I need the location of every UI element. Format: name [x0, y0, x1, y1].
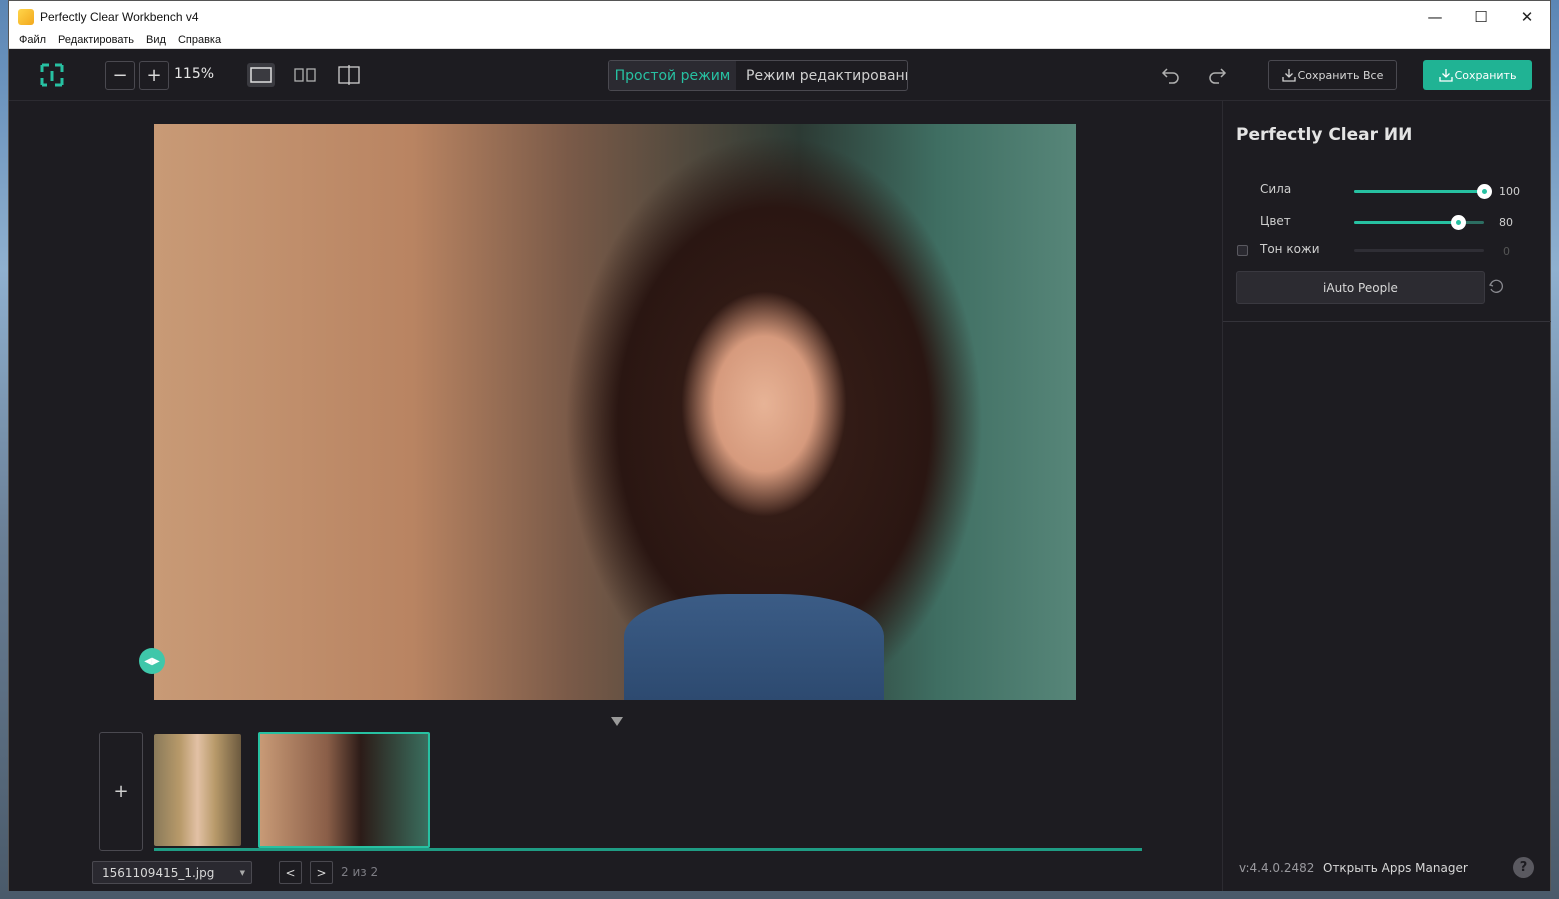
reset-icon[interactable] — [1488, 279, 1504, 295]
panel-title: Perfectly Clear ИИ — [1236, 125, 1413, 145]
side-by-side-icon — [294, 68, 316, 82]
redo-button[interactable] — [1206, 64, 1228, 86]
menu-bar: Файл Редактировать Вид Справка — [9, 32, 1550, 49]
strength-slider-fill — [1354, 190, 1484, 193]
image-canvas: ◀▶ + 1561109415_1.jpg ▼ < > 2 из 2 — [9, 101, 1222, 891]
iauto-people-button[interactable]: iAuto People — [1236, 271, 1485, 304]
strength-slider[interactable] — [1354, 184, 1492, 199]
app-logo-icon[interactable] — [39, 62, 65, 88]
help-icon[interactable]: ? — [1513, 857, 1534, 878]
zoom-out-button[interactable]: − — [105, 61, 135, 90]
window-controls: — ☐ ✕ — [1412, 1, 1550, 32]
download-icon — [1438, 69, 1453, 82]
strength-slider-thumb[interactable] — [1477, 184, 1492, 199]
redo-icon — [1209, 68, 1227, 84]
save-all-label: Сохранить Все — [1297, 68, 1384, 82]
app-icon — [18, 8, 34, 25]
undo-icon — [1161, 68, 1179, 84]
skin-tone-value: 0 — [1503, 245, 1510, 258]
chevron-down-icon: ▼ — [239, 868, 245, 877]
download-icon — [1281, 69, 1296, 82]
side-by-side-view-button[interactable] — [291, 63, 319, 87]
skin-tone-slider — [1354, 249, 1484, 252]
undo-button[interactable] — [1160, 64, 1182, 86]
menu-view[interactable]: Вид — [140, 34, 172, 46]
color-slider[interactable] — [1354, 215, 1484, 230]
add-image-button[interactable]: + — [99, 732, 143, 851]
file-name-select[interactable]: 1561109415_1.jpg ▼ — [92, 861, 252, 884]
open-apps-manager-link[interactable]: Открыть Apps Manager — [1323, 861, 1468, 875]
thumbnail-2-selected[interactable] — [258, 732, 430, 848]
app-window: Perfectly Clear Workbench v4 — ☐ ✕ Файл … — [8, 0, 1551, 891]
tab-edit-mode[interactable]: Режим редактирования — [736, 61, 907, 90]
save-all-button[interactable]: Сохранить Все — [1268, 60, 1397, 90]
skin-tone-checkbox[interactable] — [1237, 245, 1248, 256]
single-view-icon — [250, 67, 272, 83]
strength-label: Сила — [1260, 182, 1292, 196]
tab-simple-mode[interactable]: Простой режим — [609, 61, 736, 90]
zoom-level: 115% — [174, 66, 215, 82]
window-title: Perfectly Clear Workbench v4 — [40, 9, 199, 24]
next-image-button[interactable]: > — [310, 861, 333, 884]
close-button[interactable]: ✕ — [1504, 1, 1550, 32]
main-photo[interactable] — [154, 124, 1076, 700]
color-value: 80 — [1499, 216, 1513, 229]
compare-slider-handle[interactable]: ◀▶ — [139, 648, 165, 674]
file-name: 1561109415_1.jpg — [102, 865, 215, 880]
toolbar: − + 115% Простой режим Режим редактирова… — [9, 50, 1550, 101]
save-label: Сохранить — [1454, 68, 1517, 82]
filmstrip-scrollbar[interactable] — [154, 848, 1142, 851]
split-view-icon — [338, 65, 360, 85]
collapse-filmstrip-icon[interactable] — [611, 717, 623, 726]
page-count: 2 из 2 — [341, 865, 379, 879]
minimize-button[interactable]: — — [1412, 1, 1458, 32]
mode-switch: Простой режим Режим редактирования — [608, 60, 908, 91]
menu-help[interactable]: Справка — [172, 34, 227, 46]
thumbnail-1[interactable] — [154, 734, 241, 846]
save-button[interactable]: Сохранить — [1423, 60, 1532, 90]
title-bar: Perfectly Clear Workbench v4 — ☐ ✕ — [9, 1, 1550, 32]
zoom-in-button[interactable]: + — [139, 61, 169, 90]
split-view-button[interactable] — [335, 63, 363, 87]
prev-image-button[interactable]: < — [279, 861, 302, 884]
menu-edit[interactable]: Редактировать — [52, 34, 140, 46]
menu-file[interactable]: Файл — [13, 34, 52, 46]
color-label: Цвет — [1260, 214, 1291, 228]
maximize-button[interactable]: ☐ — [1458, 1, 1504, 32]
version-label: v:4.4.0.2482 — [1239, 861, 1315, 875]
strength-value: 100 — [1499, 185, 1520, 198]
single-view-button[interactable] — [247, 63, 275, 87]
color-slider-fill — [1354, 221, 1458, 224]
adjustments-panel: Perfectly Clear ИИ Сила 100 Цвет 80 Тон … — [1222, 101, 1551, 891]
color-slider-thumb[interactable] — [1451, 215, 1466, 230]
skin-tone-label: Тон кожи — [1260, 242, 1320, 256]
panel-divider — [1223, 321, 1551, 322]
